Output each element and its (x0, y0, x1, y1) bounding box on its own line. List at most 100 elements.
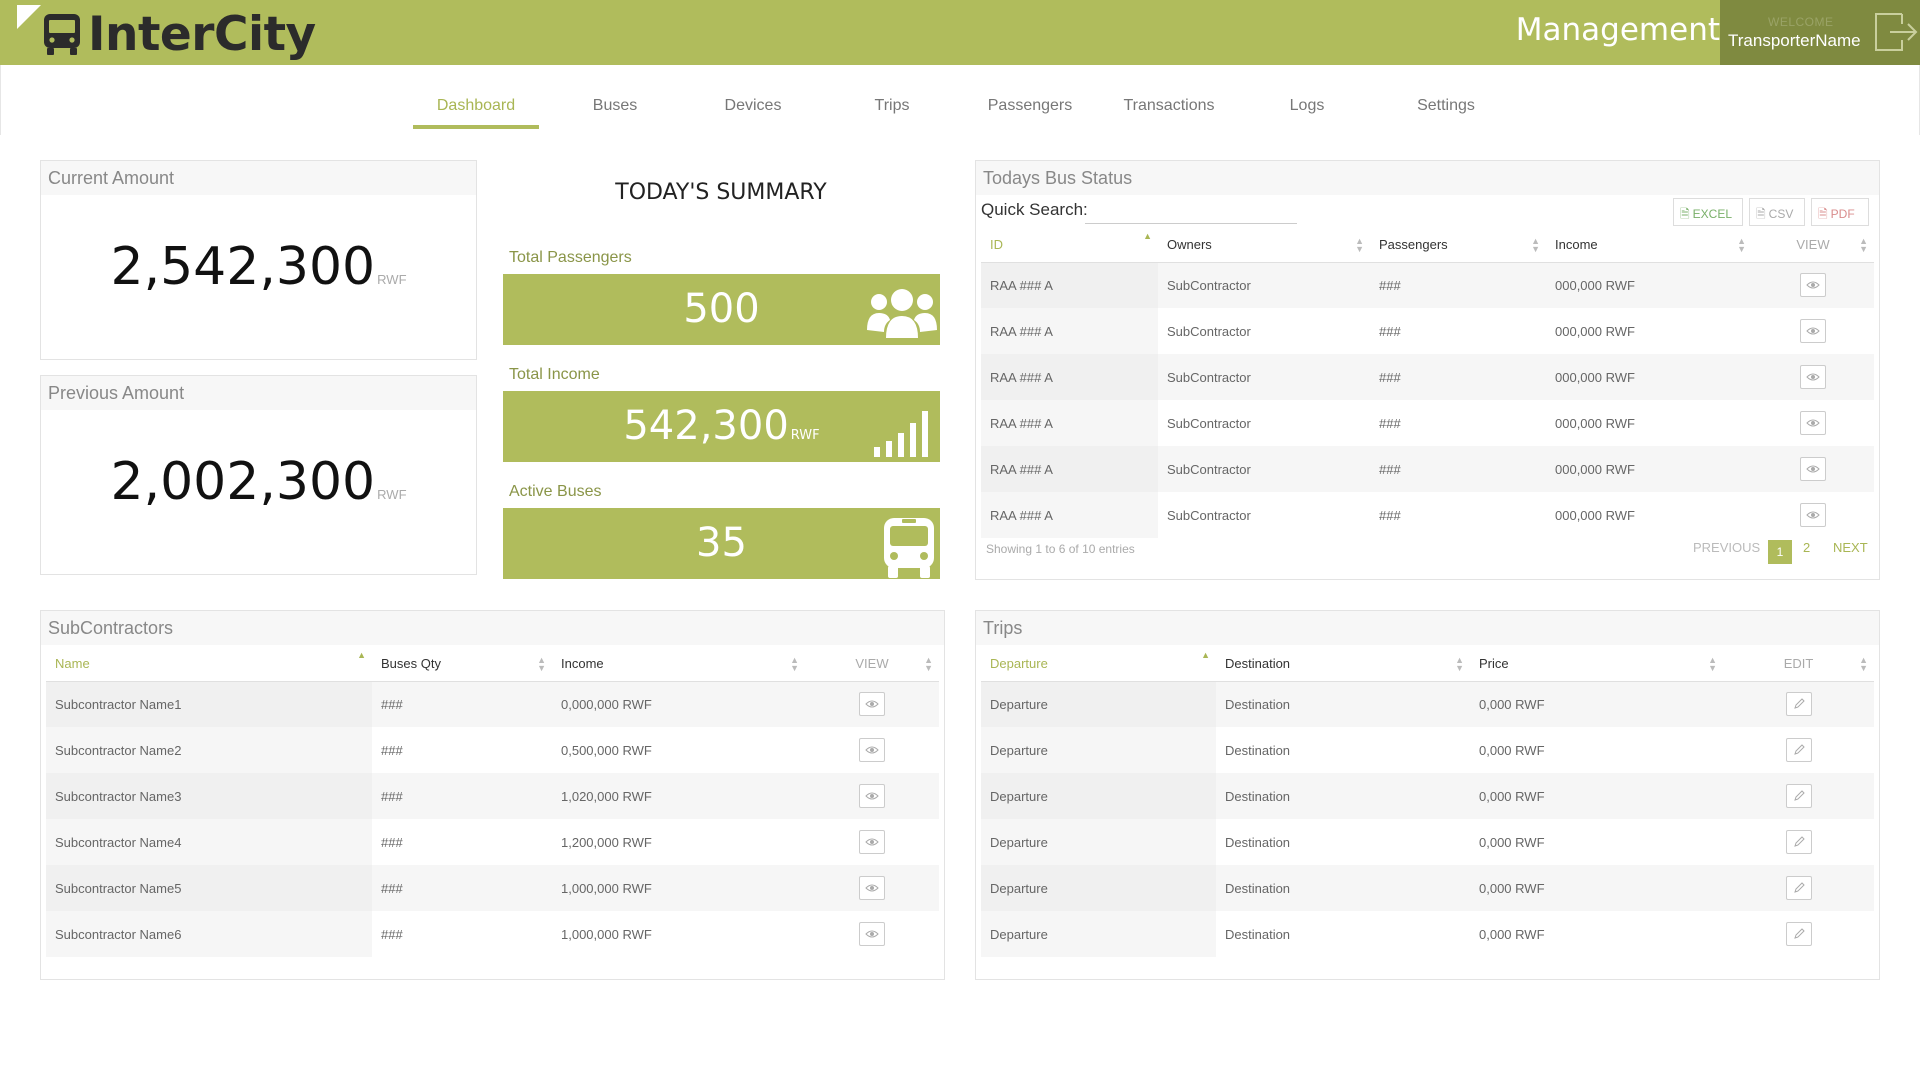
nav-transactions[interactable]: Transactions (1099, 97, 1239, 115)
table-cell: ### (372, 681, 552, 727)
edit-button[interactable] (1785, 784, 1812, 808)
table-row: Departure Destination 0,000 RWF (981, 773, 1874, 819)
nav-devices[interactable]: Devices (683, 97, 823, 115)
quick-search-label: Quick Search: (981, 200, 1088, 219)
action-cell (1752, 446, 1874, 492)
panel-title: Todays Bus Status (976, 161, 1879, 195)
col-id[interactable]: ID ▲ (981, 228, 1158, 263)
edit-button[interactable] (1785, 876, 1812, 900)
col-view[interactable]: VIEW ▲ ▼ (1752, 228, 1874, 263)
nav-logs[interactable]: Logs (1237, 97, 1377, 115)
logo[interactable]: InterCity (42, 7, 316, 62)
pager-next[interactable]: NEXT (1833, 540, 1868, 555)
table-cell: Subcontractor Name2 (46, 727, 372, 773)
current-amount-panel: Current Amount 2,542,300 RWF (40, 160, 477, 360)
col-departure[interactable]: Departure ▲ (981, 647, 1216, 682)
col-income[interactable]: Income ▲ ▼ (552, 647, 805, 682)
corner-fold-decoration (17, 5, 41, 29)
view-button[interactable] (859, 692, 885, 717)
table-cell: Destination (1216, 681, 1470, 727)
previous-amount-value: 2,002,300 RWF (41, 452, 476, 512)
edit-button[interactable] (1785, 830, 1812, 854)
panel-title: Previous Amount (41, 376, 476, 410)
table-cell: 0,000,000 RWF (552, 681, 805, 727)
col-view[interactable]: VIEW ▲ ▼ (805, 647, 939, 682)
view-button[interactable] (1800, 411, 1826, 435)
table-cell: RAA ### A (981, 354, 1158, 400)
col-view-label: VIEW (855, 656, 889, 672)
view-button[interactable] (859, 830, 885, 854)
col-price[interactable]: Price ▲ ▼ (1470, 647, 1723, 682)
view-button[interactable] (859, 876, 885, 900)
table-cell: 0,000 RWF (1470, 911, 1723, 957)
subcontractors-rows: Subcontractor Name1 ### 0,000,000 RWF Subco… (46, 681, 939, 957)
view-button[interactable] (1800, 365, 1826, 389)
user-name[interactable]: TransporterName (1728, 31, 1861, 51)
pager-previous[interactable]: PREVIOUS (1693, 540, 1760, 555)
action-cell (805, 911, 939, 957)
sort-asc-icon: ▲ (1201, 650, 1210, 660)
edit-button[interactable] (1785, 922, 1812, 946)
table-cell: ### (1370, 308, 1546, 354)
top-header: InterCity Management WELCOME Transporter… (0, 0, 1920, 65)
export-pdf-button[interactable]: 🗎 PDF (1811, 198, 1869, 226)
table-cell: ### (1370, 492, 1546, 538)
col-destination[interactable]: Destination ▲ ▼ (1216, 647, 1470, 682)
col-destination-label: Destination (1225, 656, 1291, 672)
view-button[interactable] (1800, 273, 1826, 298)
export-csv-label: CSV (1768, 207, 1794, 221)
table-cell: 0,500,000 RWF (552, 727, 805, 773)
export-csv-button[interactable]: 🗎 CSV (1749, 198, 1805, 226)
col-id-label: ID (990, 237, 1003, 253)
pager-page-1[interactable]: 1 (1768, 540, 1792, 564)
pager-page-2[interactable]: 2 (1803, 540, 1810, 555)
col-income-label: Income (1555, 237, 1598, 253)
sort-asc-icon: ▲ (1143, 231, 1152, 241)
table-row: Departure Destination 0,000 RWF (981, 911, 1874, 957)
view-button[interactable] (859, 922, 885, 946)
col-income[interactable]: Income ▲ ▼ (1546, 228, 1752, 263)
bus-status-table: ID ▲ Owners ▲ ▼ Passengers ▲ ▼ Income ▲ ▼ VIEW ▲… (981, 228, 1874, 538)
table-cell: Departure (981, 865, 1216, 911)
action-cell (1723, 911, 1874, 957)
view-button[interactable] (1800, 457, 1826, 481)
entries-info: Showing 1 to 6 of 10 entries (986, 542, 1135, 556)
table-cell: 0,000 RWF (1470, 819, 1723, 865)
table-cell: ### (1370, 262, 1546, 308)
view-button[interactable] (1800, 319, 1826, 343)
nav-settings[interactable]: Settings (1376, 97, 1516, 115)
action-cell (805, 819, 939, 865)
nav-dashboard[interactable]: Dashboard (406, 97, 546, 115)
view-button[interactable] (1800, 503, 1826, 527)
col-name[interactable]: Name ▲ (46, 647, 372, 682)
table-row: Subcontractor Name6 ### 1,000,000 RWF (46, 911, 939, 957)
col-income-label: Income (561, 656, 604, 672)
edit-button[interactable] (1785, 738, 1812, 762)
edit-button[interactable] (1785, 692, 1812, 717)
view-button[interactable] (859, 784, 885, 808)
table-cell: ### (372, 819, 552, 865)
export-excel-button[interactable]: 🗎 EXCEL (1673, 198, 1743, 226)
logout-icon[interactable] (1872, 6, 1918, 56)
nav-trips[interactable]: Trips (822, 97, 962, 115)
amount-unit: RWF (377, 272, 407, 287)
table-cell: 1,200,000 RWF (552, 819, 805, 865)
eye-icon (1806, 419, 1820, 427)
col-edit[interactable]: EDIT ▲ ▼ (1723, 647, 1874, 682)
table-cell: 1,020,000 RWF (552, 773, 805, 819)
col-owners[interactable]: Owners ▲ ▼ (1158, 228, 1370, 263)
user-box: WELCOME TransporterName (1720, 0, 1920, 65)
view-button[interactable] (859, 738, 885, 762)
table-cell: ### (1370, 354, 1546, 400)
table-cell: RAA ### A (981, 492, 1158, 538)
eye-icon (865, 838, 879, 846)
nav-buses[interactable]: Buses (545, 97, 685, 115)
nav-passengers[interactable]: Passengers (960, 97, 1100, 115)
col-passengers[interactable]: Passengers ▲ ▼ (1370, 228, 1546, 263)
col-buses-qty[interactable]: Buses Qty ▲ ▼ (372, 647, 552, 682)
quick-search-input[interactable] (1085, 198, 1297, 224)
people-icon (867, 289, 937, 338)
table-cell: RAA ### A (981, 308, 1158, 354)
table-cell: ### (1370, 446, 1546, 492)
table-row: RAA ### A SubContractor ### 000,000 RWF (981, 400, 1874, 446)
